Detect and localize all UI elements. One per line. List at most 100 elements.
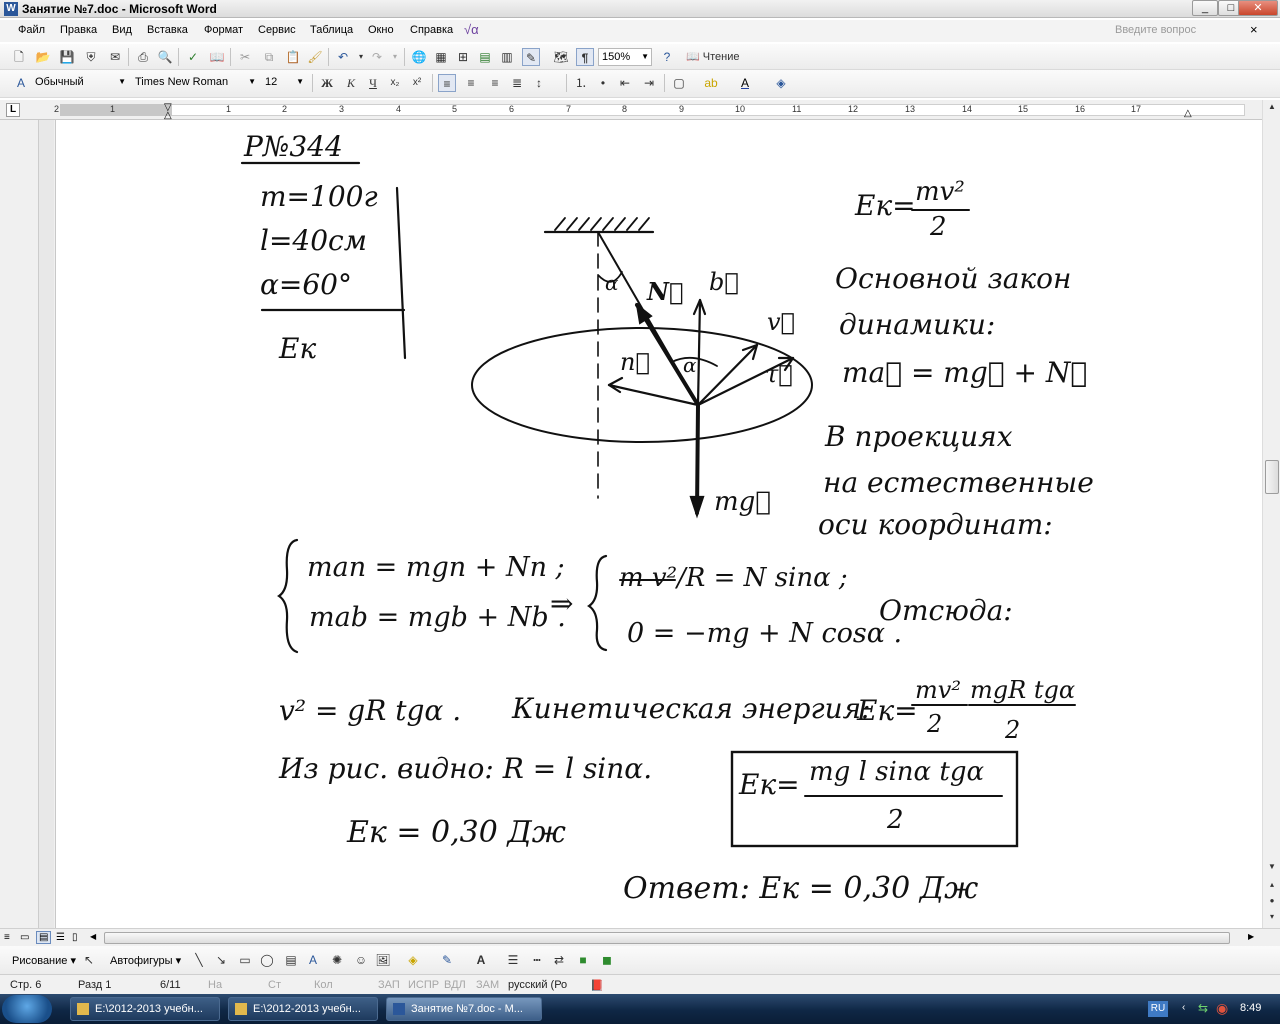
scroll-up-icon[interactable]: ▲ xyxy=(1265,100,1279,114)
minimize-button[interactable]: _ xyxy=(1192,0,1218,16)
vertical-scrollbar[interactable]: ▲ ▼ ▴ ● ▾ xyxy=(1262,100,1280,928)
line-color-icon[interactable]: ✎ xyxy=(438,951,456,969)
network-icon[interactable]: ⇆ xyxy=(1198,1001,1208,1015)
permission-icon[interactable]: ⛨ xyxy=(82,48,100,66)
decrease-indent-icon[interactable]: ⇤ xyxy=(616,74,634,92)
close-button[interactable]: ✕ xyxy=(1238,0,1278,16)
clock[interactable]: 8:49 xyxy=(1240,1002,1261,1014)
scroll-right-icon[interactable]: ▶ xyxy=(1248,932,1254,941)
style-select[interactable]: Обычный ▼ xyxy=(32,74,128,92)
oval-icon[interactable]: ◯ xyxy=(258,951,276,969)
shadow-icon[interactable]: ■ xyxy=(574,951,592,969)
insert-table-icon[interactable]: ⊞ xyxy=(454,48,472,66)
menu-help[interactable]: Справка xyxy=(410,24,453,36)
justify-icon[interactable]: ≣ xyxy=(508,74,526,92)
print-icon[interactable]: ⎙ xyxy=(134,48,152,66)
menu-edit[interactable]: Правка xyxy=(60,24,97,36)
hyperlink-icon[interactable]: 🌐 xyxy=(410,48,428,66)
menu-window[interactable]: Окно xyxy=(368,24,394,36)
menu-format[interactable]: Формат xyxy=(204,24,243,36)
font-select[interactable]: Times New Roman ▼ xyxy=(132,74,258,92)
task-word[interactable]: Занятие №7.doc - M... xyxy=(386,997,542,1021)
superscript-icon[interactable]: x² xyxy=(408,74,426,92)
menu-view[interactable]: Вид xyxy=(112,24,132,36)
task-folder-2[interactable]: E:\2012-2013 учебн... xyxy=(228,997,378,1021)
increase-indent-icon[interactable]: ⇥ xyxy=(640,74,658,92)
reading-layout-button[interactable]: 📖 Чтение xyxy=(686,48,746,66)
ask-question-input[interactable]: Введите вопрос xyxy=(1115,24,1196,36)
browse-object-icon[interactable]: ● xyxy=(1265,894,1279,908)
highlight-icon[interactable]: ab xyxy=(702,74,720,92)
numbering-icon[interactable]: ⒈ xyxy=(572,74,590,92)
save-icon[interactable]: 💾 xyxy=(58,48,76,66)
align-left-icon[interactable]: ≡ xyxy=(438,74,456,92)
new-document-icon[interactable]: 🗋 xyxy=(10,48,28,66)
tab-selector[interactable]: L xyxy=(6,103,20,117)
menu-table[interactable]: Таблица xyxy=(310,24,353,36)
open-icon[interactable]: 📂 xyxy=(34,48,52,66)
scroll-down-icon[interactable]: ▼ xyxy=(1265,860,1279,874)
start-button[interactable] xyxy=(2,995,52,1023)
wordart-icon[interactable]: A xyxy=(304,951,322,969)
font-color-icon[interactable]: A xyxy=(736,74,754,92)
document-map-icon[interactable]: 🗺 xyxy=(552,48,570,66)
font-size-select[interactable]: 12 ▼ xyxy=(262,74,306,92)
dash-style-icon[interactable]: ┅ xyxy=(528,951,546,969)
email-icon[interactable]: ✉ xyxy=(106,48,124,66)
spelling-icon[interactable]: ✓ xyxy=(184,48,202,66)
arrow-icon[interactable]: ↘ xyxy=(212,951,230,969)
horizontal-scroll-thumb[interactable] xyxy=(104,932,1230,944)
paste-icon[interactable]: 📋 xyxy=(284,48,302,66)
picture-icon[interactable]: 🖼 xyxy=(374,951,392,969)
cut-icon[interactable]: ✂ xyxy=(236,48,254,66)
clipart-icon[interactable]: ☺ xyxy=(352,951,370,969)
spelling-status-icon[interactable]: 📕 xyxy=(590,979,604,992)
vertical-ruler[interactable] xyxy=(0,120,56,928)
bullets-icon[interactable]: • xyxy=(594,74,612,92)
task-folder-1[interactable]: E:\2012-2013 учебн... xyxy=(70,997,220,1021)
styles-formatting-icon[interactable]: A xyxy=(12,74,30,92)
line-style-icon[interactable]: ☰ xyxy=(504,951,522,969)
research-icon[interactable]: 📖 xyxy=(208,48,226,66)
font-color-draw-icon[interactable]: A xyxy=(472,951,490,969)
horizontal-ruler[interactable]: L 2 1 1 2 3 4 5 6 7 8 9 10 11 12 13 14 15 16 17 ▽ △ △ xyxy=(0,100,1280,121)
borders-icon[interactable]: ▢ xyxy=(670,74,688,92)
insert-excel-icon[interactable]: ▤ xyxy=(476,48,494,66)
menu-insert[interactable]: Вставка xyxy=(147,24,188,36)
format-painter-icon[interactable]: 🖌 xyxy=(306,48,324,66)
bold-button[interactable]: Ж xyxy=(318,74,336,92)
status-trk[interactable]: ИСПР xyxy=(408,979,439,991)
redo-dropdown-icon[interactable]: ▾ xyxy=(386,48,404,66)
draw-menu-button[interactable]: Рисование ▾ xyxy=(12,954,76,967)
align-right-icon[interactable]: ≡ xyxy=(486,74,504,92)
language-indicator[interactable]: RU xyxy=(1148,1001,1168,1017)
subscript-icon[interactable]: x₂ xyxy=(386,74,404,92)
tables-borders-icon[interactable]: ▦ xyxy=(432,48,450,66)
3d-icon[interactable]: ◼ xyxy=(598,951,616,969)
next-page-icon[interactable]: ▾ xyxy=(1265,910,1279,924)
antivirus-icon[interactable]: ◉ xyxy=(1216,1000,1228,1017)
line-spacing-icon[interactable]: ↕ xyxy=(530,74,548,92)
select-objects-icon[interactable]: ↖ xyxy=(80,951,98,969)
italic-button[interactable]: К xyxy=(342,74,360,92)
previous-page-icon[interactable]: ▴ xyxy=(1265,878,1279,892)
reading-view-icon[interactable]: ▯ xyxy=(72,932,78,943)
zoom-select[interactable]: 150% ▼ xyxy=(598,48,652,66)
help-icon[interactable]: ? xyxy=(658,48,676,66)
document-close-button[interactable]: × xyxy=(1250,22,1258,37)
status-ovr[interactable]: ЗАМ xyxy=(476,979,499,991)
drawing-icon[interactable]: ✎ xyxy=(522,48,540,66)
fill-icon[interactable]: ◈ xyxy=(772,74,790,92)
print-preview-icon[interactable]: 🔍 xyxy=(156,48,174,66)
outline-view-icon[interactable]: ☰ xyxy=(56,932,65,943)
status-ext[interactable]: ВДЛ xyxy=(444,979,466,991)
arrow-style-icon[interactable]: ⇄ xyxy=(550,951,568,969)
print-layout-icon[interactable]: ▤ xyxy=(36,931,52,944)
right-indent-marker[interactable]: △ xyxy=(1184,108,1192,119)
rectangle-icon[interactable]: ▭ xyxy=(236,951,254,969)
normal-view-icon[interactable]: ≡ xyxy=(4,932,10,943)
equation-icon[interactable]: √α xyxy=(464,22,479,37)
scroll-left-icon[interactable]: ◀ xyxy=(90,932,96,941)
menu-file[interactable]: Файл xyxy=(18,24,45,36)
web-view-icon[interactable]: ▭ xyxy=(20,932,29,943)
